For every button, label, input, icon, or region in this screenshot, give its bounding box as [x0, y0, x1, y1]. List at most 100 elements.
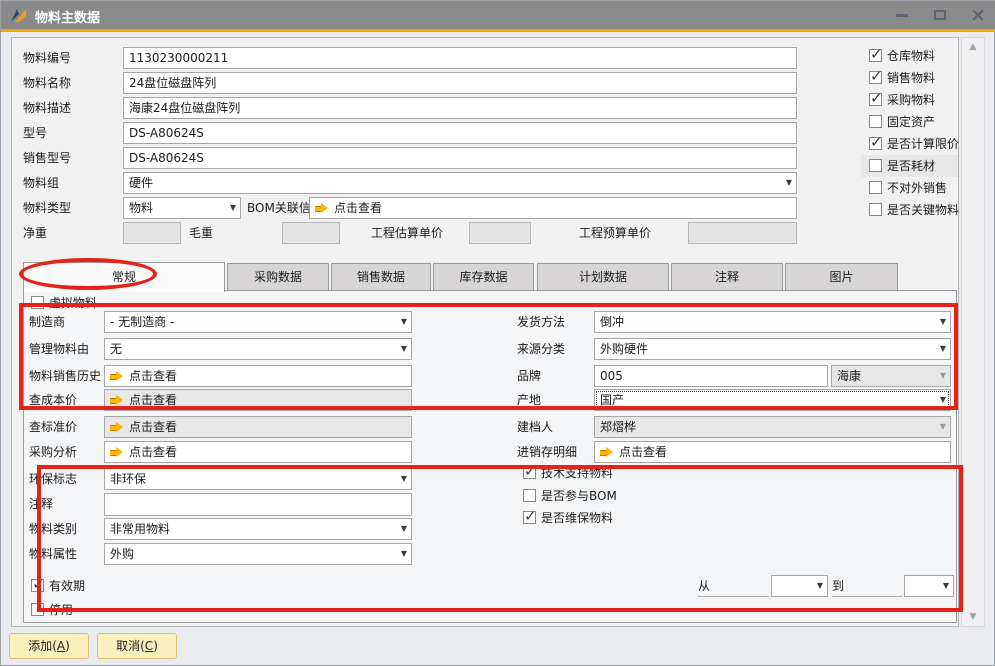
- bom-info-link[interactable]: 点击查看: [309, 197, 797, 219]
- est-unit-price-input[interactable]: [469, 222, 531, 244]
- remarks-label: 注释: [29, 493, 53, 515]
- tab-inventory-data[interactable]: 库存数据: [433, 263, 534, 291]
- budget-unit-price-input[interactable]: [688, 222, 797, 244]
- validity-label: 有效期: [49, 579, 85, 593]
- checkbox-maintenance-item[interactable]: ✓: [523, 511, 536, 524]
- maximize-icon: [934, 10, 946, 20]
- eco-flag-select[interactable]: 非环保▼: [104, 468, 412, 490]
- flag-label: 销售物料: [887, 71, 935, 85]
- accent-divider: [1, 29, 995, 32]
- checkbox-validity[interactable]: ✓: [31, 579, 44, 592]
- standard-price-label: 查标准价: [29, 416, 77, 438]
- purchase-analysis-label: 采购分析: [29, 441, 77, 463]
- purchase-analysis-link[interactable]: 点击查看: [104, 441, 412, 463]
- checkbox-purchase-item[interactable]: ✓: [869, 93, 882, 106]
- item-description-input[interactable]: 海康24盘位磁盘阵列: [123, 97, 797, 119]
- flag-label: 采购物料: [887, 93, 935, 107]
- standard-price-link[interactable]: 点击查看: [104, 416, 412, 438]
- dropdown-arrow-icon: ▼: [786, 173, 792, 193]
- maintenance-item-label: 是否维保物料: [541, 511, 613, 525]
- item-name-input[interactable]: 24盘位磁盘阵列: [123, 72, 797, 94]
- tab-planning-data[interactable]: 计划数据: [537, 263, 669, 291]
- bom-participation-label: 是否参与BOM: [541, 489, 617, 503]
- scroll-down-icon[interactable]: ▼: [962, 608, 984, 626]
- checkbox-bom-participation[interactable]: ✓: [523, 489, 536, 502]
- maximize-button[interactable]: [932, 7, 948, 23]
- manufacturer-label: 制造商: [29, 311, 65, 333]
- dropdown-arrow-icon: ▼: [401, 312, 407, 332]
- inventory-detail-link[interactable]: 点击查看: [594, 441, 951, 463]
- item-type-select[interactable]: 物料 ▼: [123, 197, 241, 219]
- item-group-label: 物料组: [23, 172, 59, 194]
- remarks-input[interactable]: [104, 493, 412, 516]
- origin-select[interactable]: 国产▼: [594, 389, 951, 411]
- checkbox-key-item[interactable]: ✓: [869, 203, 882, 216]
- managed-by-label: 管理物料由: [29, 338, 89, 360]
- model-input[interactable]: DS-A80624S: [123, 122, 797, 144]
- item-attribute-select[interactable]: 外购▼: [104, 543, 412, 565]
- tab-purchase-data[interactable]: 采购数据: [227, 263, 329, 291]
- checkbox-virtual-item[interactable]: ✓: [31, 296, 44, 309]
- link-arrow-icon: [315, 203, 329, 213]
- cost-price-link[interactable]: 点击查看: [104, 389, 412, 411]
- delivery-method-select[interactable]: 倒冲▼: [594, 311, 951, 333]
- dropdown-arrow-icon: ▼: [940, 339, 946, 359]
- sales-model-input[interactable]: DS-A80624S: [123, 147, 797, 169]
- item-code-input[interactable]: 1130230000211: [123, 47, 797, 69]
- tab-sales-data[interactable]: 销售数据: [331, 263, 431, 291]
- checkbox-price-limit[interactable]: ✓: [869, 137, 882, 150]
- gross-weight-input[interactable]: [282, 222, 340, 244]
- checkbox-tech-support-item[interactable]: ✓: [523, 466, 536, 479]
- gross-weight-label: 毛重: [189, 222, 213, 244]
- tab-picture[interactable]: 图片: [785, 263, 898, 291]
- flag-label: 是否耗材: [887, 159, 935, 173]
- virtual-item-label: 虚拟物料: [49, 296, 97, 310]
- link-arrow-icon: [110, 447, 124, 457]
- valid-from-select[interactable]: ▼: [771, 575, 828, 597]
- item-group-select[interactable]: 硬件 ▼: [123, 172, 797, 194]
- checkbox-no-external-sale[interactable]: ✓: [869, 181, 882, 194]
- checkbox-warehouse-item[interactable]: ✓: [869, 49, 882, 62]
- tab-general[interactable]: 常规: [23, 262, 225, 292]
- vertical-scrollbar[interactable]: ▲ ▼: [961, 37, 985, 627]
- valid-to-select[interactable]: ▼: [904, 575, 954, 597]
- checkbox-consumable[interactable]: ✓: [869, 159, 882, 172]
- tab-remarks[interactable]: 注释: [671, 263, 783, 291]
- sales-history-link[interactable]: 点击查看: [104, 365, 412, 387]
- budget-unit-price-label: 工程预算单价: [579, 222, 651, 244]
- checkbox-sales-item[interactable]: ✓: [869, 71, 882, 84]
- brand-name-select[interactable]: 海康▼: [831, 365, 951, 387]
- brand-label: 品牌: [517, 365, 541, 387]
- source-category-label: 来源分类: [517, 338, 565, 360]
- creator-select[interactable]: 郑熠桦▼: [594, 416, 951, 438]
- sales-history-label: 物料销售历史: [29, 365, 101, 387]
- valid-to-label: 到: [832, 575, 902, 597]
- managed-by-select[interactable]: 无▼: [104, 338, 412, 360]
- dropdown-arrow-icon: ▼: [943, 576, 949, 596]
- link-arrow-icon: [110, 395, 124, 405]
- close-icon: ×: [970, 8, 986, 22]
- scroll-up-icon[interactable]: ▲: [962, 38, 984, 56]
- app-logo-icon: [9, 6, 29, 24]
- add-button[interactable]: 添加(A): [9, 633, 89, 659]
- inventory-detail-label: 进销存明细: [517, 441, 577, 463]
- checkbox-inactive[interactable]: ✓: [31, 603, 44, 616]
- item-category-select[interactable]: 非常用物料▼: [104, 518, 412, 540]
- flag-label: 是否计算限价: [887, 137, 959, 151]
- dropdown-arrow-icon: ▼: [401, 519, 407, 539]
- item-name-label: 物料名称: [23, 72, 71, 94]
- source-category-select[interactable]: 外购硬件▼: [594, 338, 951, 360]
- close-button[interactable]: ×: [970, 7, 986, 23]
- manufacturer-select[interactable]: - 无制造商 -▼: [104, 311, 412, 333]
- brand-input[interactable]: 005: [594, 365, 828, 387]
- flag-label: 仓库物料: [887, 49, 935, 63]
- dropdown-arrow-icon: ▼: [940, 390, 946, 410]
- cancel-button[interactable]: 取消(C): [97, 633, 177, 659]
- dropdown-arrow-icon: ▼: [940, 366, 946, 386]
- minimize-button[interactable]: [894, 7, 910, 23]
- creator-label: 建档人: [517, 416, 553, 438]
- net-weight-input[interactable]: [123, 222, 181, 244]
- link-arrow-icon: [110, 422, 124, 432]
- checkbox-fixed-asset[interactable]: ✓: [869, 115, 882, 128]
- tech-support-label: 技术支持物料: [541, 466, 613, 480]
